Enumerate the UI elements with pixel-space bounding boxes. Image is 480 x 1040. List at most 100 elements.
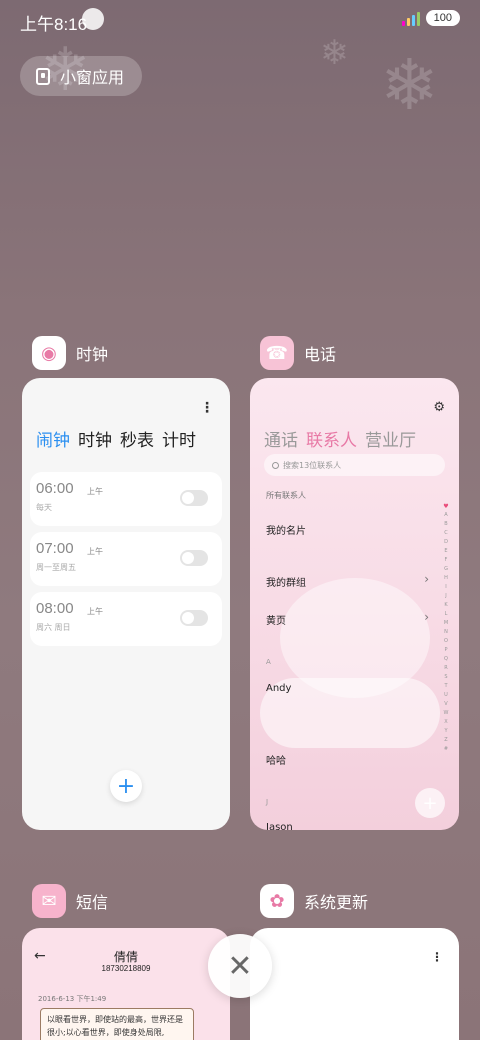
tab-clock[interactable]: 时钟 — [78, 426, 112, 451]
add-alarm-button[interactable]: + — [110, 770, 142, 802]
status-icons: 100 — [401, 10, 460, 26]
tab-calls[interactable]: 通话 — [264, 426, 298, 451]
update-app-icon: ✿ — [260, 884, 294, 918]
sms-app-card[interactable]: ← 倩倩 18730218809 2016-6-13 下午1:49 以眼看世界，… — [22, 928, 230, 1040]
alphabet-letter[interactable]: T — [444, 682, 447, 691]
bunny-status-icon — [82, 8, 104, 30]
settings-icon[interactable]: ⚙ — [433, 400, 445, 415]
alarm-time: 08:00 — [36, 600, 74, 617]
alphabet-index[interactable]: ♥ A B C D E F G H I J K L M N O P Q R S T U V W X Y Z # — [441, 502, 451, 754]
tab-contacts[interactable]: 联系人 — [306, 426, 357, 451]
phone-app-name: 电话 — [304, 345, 337, 364]
alphabet-letter[interactable]: U — [444, 691, 448, 700]
phone-tabs: 通话 联系人 营业厅 — [264, 426, 416, 451]
status-bar: 上午8:16 100 — [0, 0, 480, 40]
snowflake-decoration: ❄ — [380, 44, 439, 126]
alphabet-letter[interactable]: F — [445, 556, 448, 565]
alarm-time: 06:00 — [36, 480, 74, 497]
sms-date: 2016-6-13 下午1:49 — [38, 995, 107, 1003]
alphabet-letter[interactable]: J — [445, 592, 446, 601]
sms-app-name: 短信 — [76, 893, 109, 912]
contact-my-card[interactable]: 我的名片 — [266, 522, 306, 537]
sms-app-header[interactable]: ✉ 短信 — [32, 884, 108, 918]
tab-service-hall[interactable]: 营业厅 — [365, 426, 416, 451]
alphabet-letter[interactable]: C — [444, 529, 448, 538]
tab-alarm[interactable]: 闹钟 — [36, 426, 70, 451]
alphabet-letter[interactable]: S — [444, 673, 447, 682]
favorites-heart-icon: ♥ — [443, 503, 449, 510]
alphabet-letter[interactable]: M — [444, 619, 448, 628]
alphabet-letter[interactable]: P — [444, 646, 447, 655]
tab-timer[interactable]: 计时 — [162, 426, 196, 451]
alarm-item[interactable]: 07:00 上午 周一至周五 — [30, 532, 222, 586]
contact-row[interactable]: Andy — [266, 683, 291, 694]
more-icon[interactable]: ⋮ — [200, 400, 214, 416]
contact-search-input[interactable]: 搜索13位联系人 — [264, 454, 445, 476]
contact-yellow-pages[interactable]: 黄页 — [266, 612, 286, 627]
alarm-repeat: 周一至周五 — [36, 563, 76, 572]
alarm-item[interactable]: 06:00 上午 每天 — [30, 472, 222, 526]
floating-window-button[interactable]: 小窗应用 — [20, 56, 143, 96]
alarm-toggle[interactable] — [180, 550, 208, 566]
alarm-repeat: 周六 周日 — [36, 623, 71, 632]
alarm-toggle[interactable] — [180, 610, 208, 626]
alarm-ampm: 上午 — [87, 547, 103, 556]
clock-app-card[interactable]: ⋮ 闹钟 时钟 秒表 计时 06:00 上午 每天 07:00 上午 周一至周五… — [22, 378, 230, 830]
alarm-toggle[interactable] — [180, 490, 208, 506]
update-app-name: 系统更新 — [304, 893, 369, 912]
floating-window-label: 小窗应用 — [60, 68, 125, 87]
alphabet-letter[interactable]: D — [444, 538, 448, 547]
contact-my-groups[interactable]: 我的群组 — [266, 574, 306, 589]
section-letter: J — [266, 798, 269, 806]
contact-filter[interactable]: 所有联系人 — [266, 490, 306, 501]
phone-app-header[interactable]: ☎ 电话 — [260, 336, 336, 370]
alarm-time: 07:00 — [36, 540, 74, 557]
alarm-repeat: 每天 — [36, 503, 52, 512]
sms-contact-number: 18730218809 — [101, 964, 151, 973]
clock-tabs: 闹钟 时钟 秒表 计时 — [36, 426, 196, 451]
alphabet-letter[interactable]: O — [444, 637, 448, 646]
alphabet-letter[interactable]: L — [445, 610, 448, 619]
chevron-right-icon: › — [424, 610, 429, 624]
alphabet-letter[interactable]: I — [445, 583, 446, 592]
contact-row[interactable]: 哈哈 — [266, 752, 286, 767]
alphabet-letter[interactable]: N — [444, 628, 448, 637]
alarm-ampm: 上午 — [87, 487, 103, 496]
chevron-right-icon: › — [424, 572, 429, 586]
update-app-card[interactable]: ⋮ — [250, 928, 459, 1040]
battery-indicator: 100 — [425, 10, 460, 26]
search-icon — [272, 461, 279, 469]
clock-app-icon: ◉ — [32, 336, 66, 370]
search-placeholder: 搜索13位联系人 — [283, 460, 342, 470]
alphabet-letter[interactable]: Q — [444, 655, 448, 664]
alphabet-letter[interactable]: E — [444, 547, 447, 556]
message-bubble[interactable]: 以眼看世界，即使站的最高，世界还是很小;以心看世界，即使身处局限, — [40, 1008, 194, 1040]
tab-stopwatch[interactable]: 秒表 — [120, 426, 154, 451]
alarm-item[interactable]: 08:00 上午 周六 周日 — [30, 592, 222, 646]
add-contact-button[interactable]: + — [415, 788, 445, 818]
snowflake-decoration: ❄ — [320, 33, 349, 73]
alphabet-letter[interactable]: X — [444, 718, 447, 727]
alphabet-letter[interactable]: G — [444, 565, 448, 574]
phone-app-card[interactable]: ⚙ 通话 联系人 营业厅 搜索13位联系人 所有联系人 我的名片 我的群组 › … — [250, 378, 459, 830]
clock-app-name: 时钟 — [76, 345, 109, 364]
alphabet-letter[interactable]: Y — [444, 727, 447, 736]
sms-contact-name: 倩倩 — [113, 950, 138, 964]
sms-app-icon: ✉ — [32, 884, 66, 918]
update-app-header[interactable]: ✿ 系统更新 — [260, 884, 368, 918]
status-time: 上午8:16 — [20, 15, 88, 34]
close-all-button[interactable]: ✕ — [208, 934, 272, 998]
alphabet-letter[interactable]: W — [444, 709, 449, 718]
contact-row[interactable]: Jason — [266, 822, 293, 830]
alphabet-letter[interactable]: V — [444, 700, 447, 709]
alphabet-letter[interactable]: K — [444, 601, 447, 610]
alphabet-letter[interactable]: A — [444, 511, 447, 520]
clock-app-header[interactable]: ◉ 时钟 — [32, 336, 108, 370]
alphabet-letter[interactable]: H — [444, 574, 448, 583]
phone-app-icon: ☎ — [260, 336, 294, 370]
alphabet-letter[interactable]: Z — [444, 736, 447, 745]
alphabet-letter[interactable]: B — [444, 520, 447, 529]
alphabet-letter[interactable]: # — [444, 745, 448, 754]
alphabet-letter[interactable]: R — [444, 664, 447, 673]
more-icon[interactable]: ⋮ — [431, 950, 443, 964]
